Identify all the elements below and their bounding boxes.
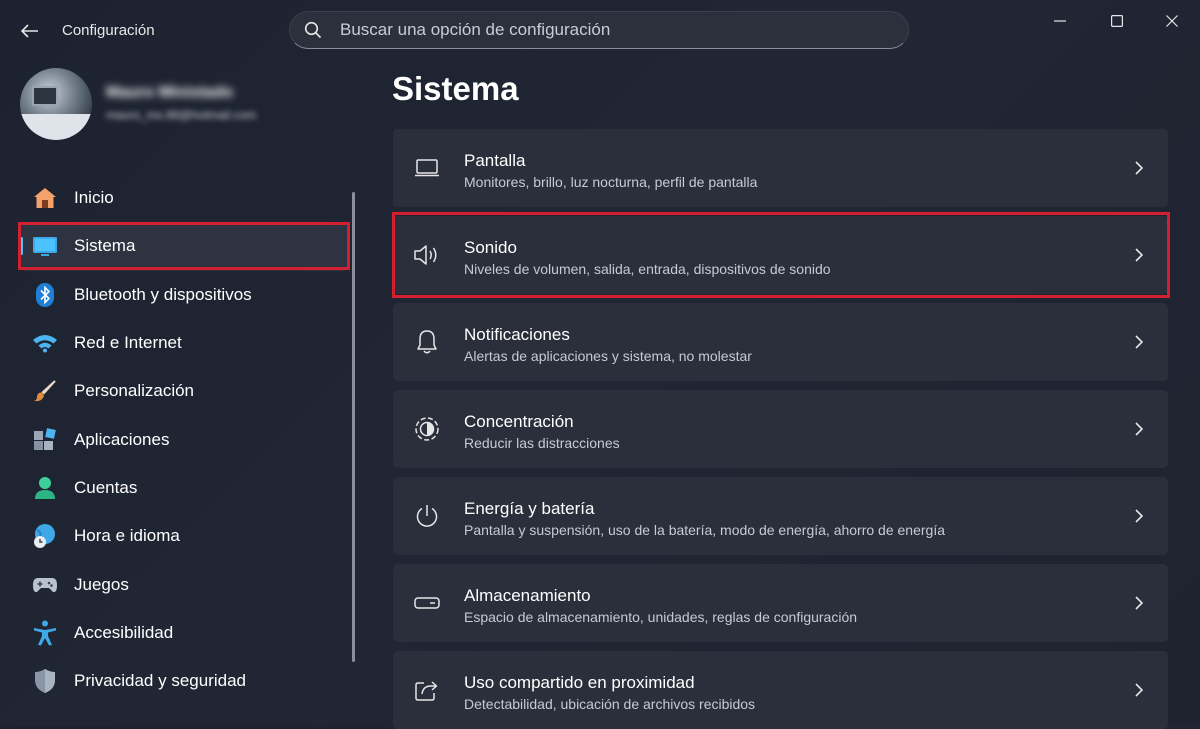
sidebar-item-personalizacion[interactable]: Personalización [20, 367, 348, 415]
close-icon [1166, 15, 1178, 27]
sidebar-item-label: Red e Internet [74, 333, 182, 353]
profile-email: mauro_ms.88@hotmail.com [106, 108, 257, 122]
wifi-icon [32, 330, 58, 356]
sidebar-item-accesibilidad[interactable]: Accesibilidad [20, 609, 348, 657]
home-icon [32, 185, 58, 211]
card-title: Notificaciones [464, 325, 570, 344]
bell-icon [413, 328, 441, 356]
chevron-right-icon [1132, 594, 1146, 612]
minimize-icon [1054, 20, 1066, 22]
search-input[interactable] [338, 19, 882, 41]
sidebar-item-label: Bluetooth y dispositivos [74, 284, 252, 304]
chevron-right-icon [1132, 681, 1146, 699]
brush-icon [32, 378, 58, 404]
globe-clock-icon [32, 523, 58, 549]
maximize-button[interactable] [1094, 8, 1140, 34]
sidebar-item-label: Hora e idioma [74, 526, 180, 546]
card-concentracion[interactable]: Concentración Reducir las distracciones [393, 390, 1168, 468]
sidebar-item-inicio[interactable]: Inicio [20, 174, 348, 222]
focus-icon [413, 415, 441, 443]
chevron-right-icon [1132, 333, 1146, 351]
sidebar-item-label: Juegos [74, 574, 129, 594]
card-notificaciones[interactable]: Notificaciones Alertas de aplicaciones y… [393, 303, 1168, 381]
power-icon [413, 502, 441, 530]
chevron-right-icon [1132, 246, 1146, 264]
sidebar-item-cuentas[interactable]: Cuentas [20, 464, 348, 512]
card-sonido[interactable]: Sonido Niveles de volumen, salida, entra… [393, 216, 1168, 294]
sidebar-item-label: Sistema [74, 236, 136, 256]
page-title: Sistema [392, 70, 519, 107]
app-title: Configuración [62, 22, 155, 39]
sidebar-item-sistema[interactable]: Sistema [20, 222, 348, 271]
sidebar-item-label: Accesibilidad [74, 622, 174, 642]
card-subtitle: Reducir las distracciones [464, 435, 620, 451]
sidebar-item-label: Aplicaciones [74, 429, 170, 449]
accessibility-icon [32, 620, 58, 646]
card-pantalla[interactable]: Pantalla Monitores, brillo, luz nocturna… [393, 129, 1168, 207]
card-subtitle: Pantalla y suspensión, uso de la batería… [464, 522, 945, 538]
chevron-right-icon [1132, 159, 1146, 177]
card-subtitle: Espacio de almacenamiento, unidades, reg… [464, 609, 858, 625]
card-subtitle: Alertas de aplicaciones y sistema, no mo… [464, 348, 752, 364]
sidebar-item-bluetooth[interactable]: Bluetooth y dispositivos [20, 271, 348, 319]
card-almacenamiento[interactable]: Almacenamiento Espacio de almacenamiento… [393, 564, 1168, 642]
account-icon [32, 475, 58, 501]
chevron-right-icon [1132, 420, 1146, 438]
sidebar-item-label: Inicio [74, 188, 114, 208]
card-title: Almacenamiento [464, 586, 591, 605]
sidebar-item-juegos[interactable]: Juegos [20, 560, 348, 608]
card-subtitle: Niveles de volumen, salida, entrada, dis… [464, 261, 831, 277]
back-button[interactable] [14, 16, 46, 46]
card-title: Pantalla [464, 151, 526, 170]
search-icon [304, 20, 324, 40]
apps-icon [32, 427, 58, 453]
card-energia[interactable]: Energía y batería Pantalla y suspensión,… [393, 477, 1168, 555]
sidebar-item-aplicaciones[interactable]: Aplicaciones [20, 415, 348, 463]
search-box[interactable] [289, 11, 909, 49]
avatar[interactable] [20, 68, 92, 140]
sidebar-item-privacidad[interactable]: Privacidad y seguridad [20, 657, 348, 705]
sidebar-item-label: Privacidad y seguridad [74, 671, 246, 691]
sidebar-item-red[interactable]: Red e Internet [20, 319, 348, 367]
back-arrow-icon [21, 24, 39, 38]
speaker-icon [413, 241, 441, 269]
card-title: Concentración [464, 412, 574, 431]
system-monitor-icon [32, 233, 58, 259]
card-title: Energía y batería [464, 499, 595, 518]
sidebar-nav: Inicio Sistema Bluetooth y dispositivos … [20, 174, 348, 705]
gamepad-icon [32, 572, 58, 598]
close-button[interactable] [1149, 8, 1195, 34]
card-uso-compartido[interactable]: Uso compartido en proximidad Detectabili… [393, 651, 1168, 729]
profile-name: Mauro Ministado [106, 84, 234, 101]
card-subtitle: Monitores, brillo, luz nocturna, perfil … [464, 174, 758, 190]
storage-icon [413, 589, 441, 617]
chevron-right-icon [1132, 507, 1146, 525]
sidebar-item-hora[interactable]: Hora e idioma [20, 512, 348, 560]
maximize-icon [1111, 15, 1123, 27]
bluetooth-icon [32, 282, 58, 308]
card-title: Sonido [464, 238, 517, 257]
card-title: Uso compartido en proximidad [464, 673, 695, 692]
shield-icon [32, 668, 58, 694]
sidebar-item-label: Personalización [74, 381, 195, 401]
sidebar-item-label: Cuentas [74, 477, 138, 497]
display-icon [413, 154, 441, 182]
share-icon [413, 676, 441, 704]
card-subtitle: Detectabilidad, ubicación de archivos re… [464, 696, 756, 712]
sidebar-scrollbar[interactable] [352, 192, 355, 662]
minimize-button[interactable] [1037, 8, 1083, 34]
